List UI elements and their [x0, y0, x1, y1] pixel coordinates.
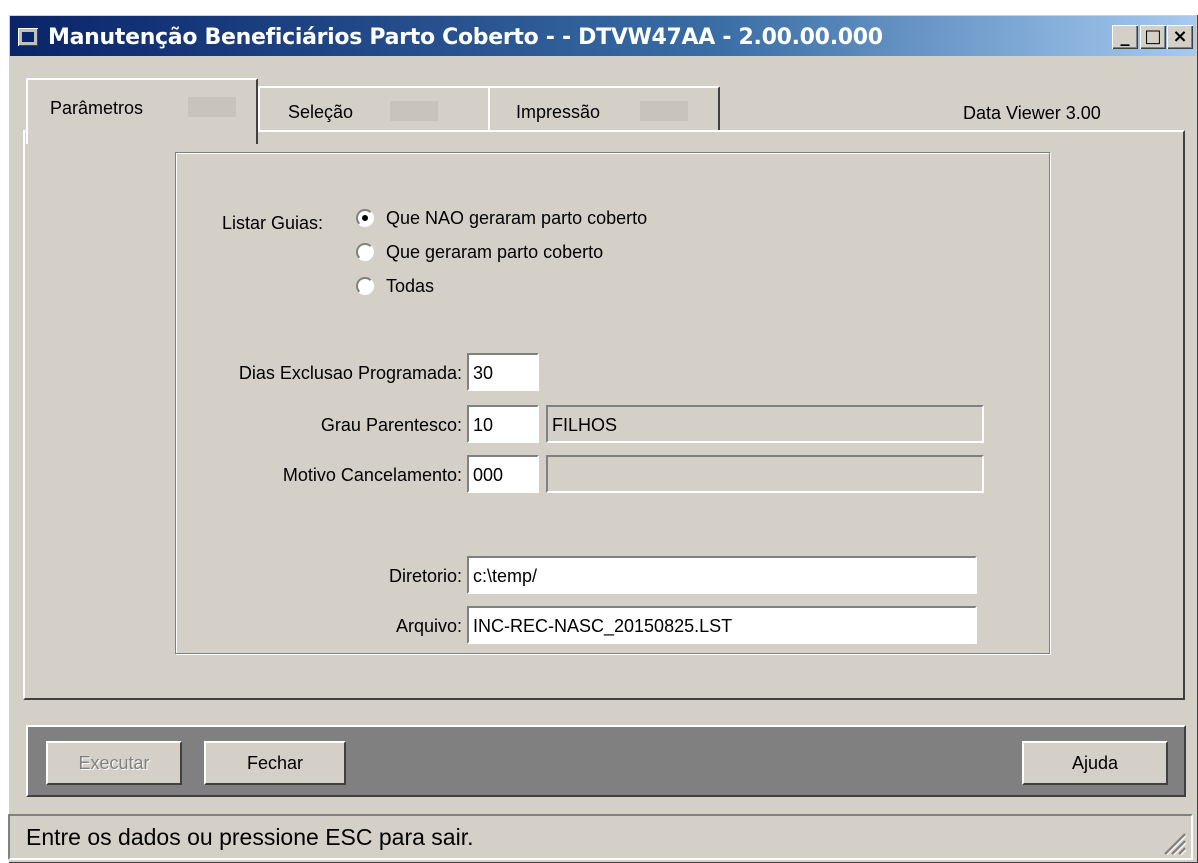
data-viewer-label: Data Viewer 3.00 — [963, 103, 1101, 123]
dias-exclusao-label: Dias Exclusao Programada: — [238, 363, 462, 383]
tab-fill — [640, 101, 688, 121]
tab-fill — [390, 101, 438, 121]
tab-impressao[interactable]: Impressão — [488, 86, 720, 132]
parameters-group: Listar Guias: Que NAO geraram parto cobe… — [175, 152, 1050, 654]
tab-fill — [188, 97, 236, 117]
tab-parametros[interactable]: Parâmetros — [26, 78, 258, 144]
listar-guias-label: Listar Guias: — [222, 213, 324, 233]
status-text: Entre os dados ou pressione ESC para sai… — [26, 824, 474, 850]
radio-geraram[interactable] — [356, 243, 374, 261]
diretorio-field[interactable]: c:\temp/ — [467, 556, 977, 594]
radio-nao-geraram[interactable] — [356, 209, 374, 227]
fechar-button[interactable]: Fechar — [204, 741, 346, 785]
window-title: Manutenção Beneficiários Parto Coberto -… — [48, 25, 883, 50]
close-button[interactable]: × — [1167, 25, 1193, 49]
maximize-button[interactable]: □ — [1140, 25, 1166, 49]
status-bar: Entre os dados ou pressione ESC para sai… — [8, 814, 1193, 860]
executar-button[interactable]: Executar — [46, 741, 182, 785]
motivo-cancelamento-description — [546, 455, 984, 493]
radio-dot — [362, 215, 368, 221]
radio-geraram-label[interactable]: Que geraram parto coberto — [386, 242, 603, 263]
ajuda-button[interactable]: Ajuda — [1022, 741, 1168, 785]
tab-selecao[interactable]: Seleção — [258, 86, 490, 132]
radio-todas-label[interactable]: Todas — [386, 276, 434, 297]
motivo-cancelamento-code-field[interactable]: 000 — [467, 455, 539, 493]
radio-todas[interactable] — [356, 277, 374, 295]
tab-selecao-label: Seleção — [288, 102, 354, 122]
button-bar: Executar Fechar Ajuda — [26, 725, 1186, 797]
app-icon[interactable] — [18, 28, 38, 46]
grau-parentesco-code-field[interactable]: 10 — [467, 405, 539, 443]
minimize-button[interactable]: _ — [1112, 25, 1138, 49]
grau-parentesco-label: Grau Parentesco: — [320, 415, 462, 435]
arquivo-label: Arquivo: — [395, 616, 462, 636]
dias-exclusao-field[interactable]: 30 — [467, 353, 539, 391]
tab-parametros-label: Parâmetros — [50, 98, 144, 118]
title-bar[interactable]: Manutenção Beneficiários Parto Coberto -… — [10, 16, 1196, 56]
radio-nao-geraram-label[interactable]: Que NAO geraram parto coberto — [386, 208, 647, 229]
grau-parentesco-description: FILHOS — [546, 405, 984, 443]
diretorio-label: Diretorio: — [388, 566, 462, 586]
tab-impressao-label: Impressão — [516, 102, 601, 122]
resize-grip-icon[interactable] — [1159, 828, 1187, 856]
arquivo-field[interactable]: INC-REC-NASC_20150825.LST — [467, 606, 977, 644]
motivo-cancelamento-label: Motivo Cancelamento: — [282, 465, 462, 485]
